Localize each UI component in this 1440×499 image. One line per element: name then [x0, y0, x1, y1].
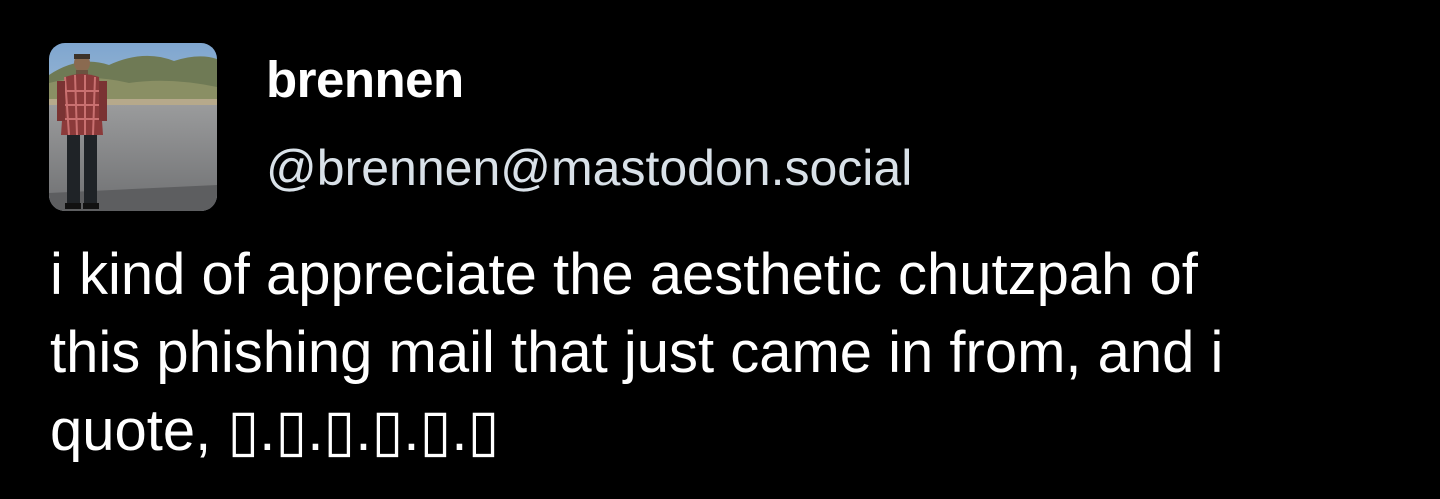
post-text-line: i kind of appreciate the aesthetic chutz… — [50, 242, 1198, 307]
post-text-line: this phishing mail that just came in fro… — [50, 320, 1224, 385]
post-card: brennen @brennen@mastodon.social i kind … — [0, 0, 1440, 499]
author-handle[interactable]: @brennen@mastodon.social — [266, 138, 912, 198]
post-content: i kind of appreciate the aesthetic chutz… — [50, 236, 1400, 470]
post-text-line: quote, ▯.▯.▯.▯.▯.▯ — [50, 398, 500, 463]
author-display-name[interactable]: brennen — [266, 50, 464, 110]
avatar[interactable] — [49, 43, 217, 211]
avatar-photo-icon — [49, 43, 217, 211]
